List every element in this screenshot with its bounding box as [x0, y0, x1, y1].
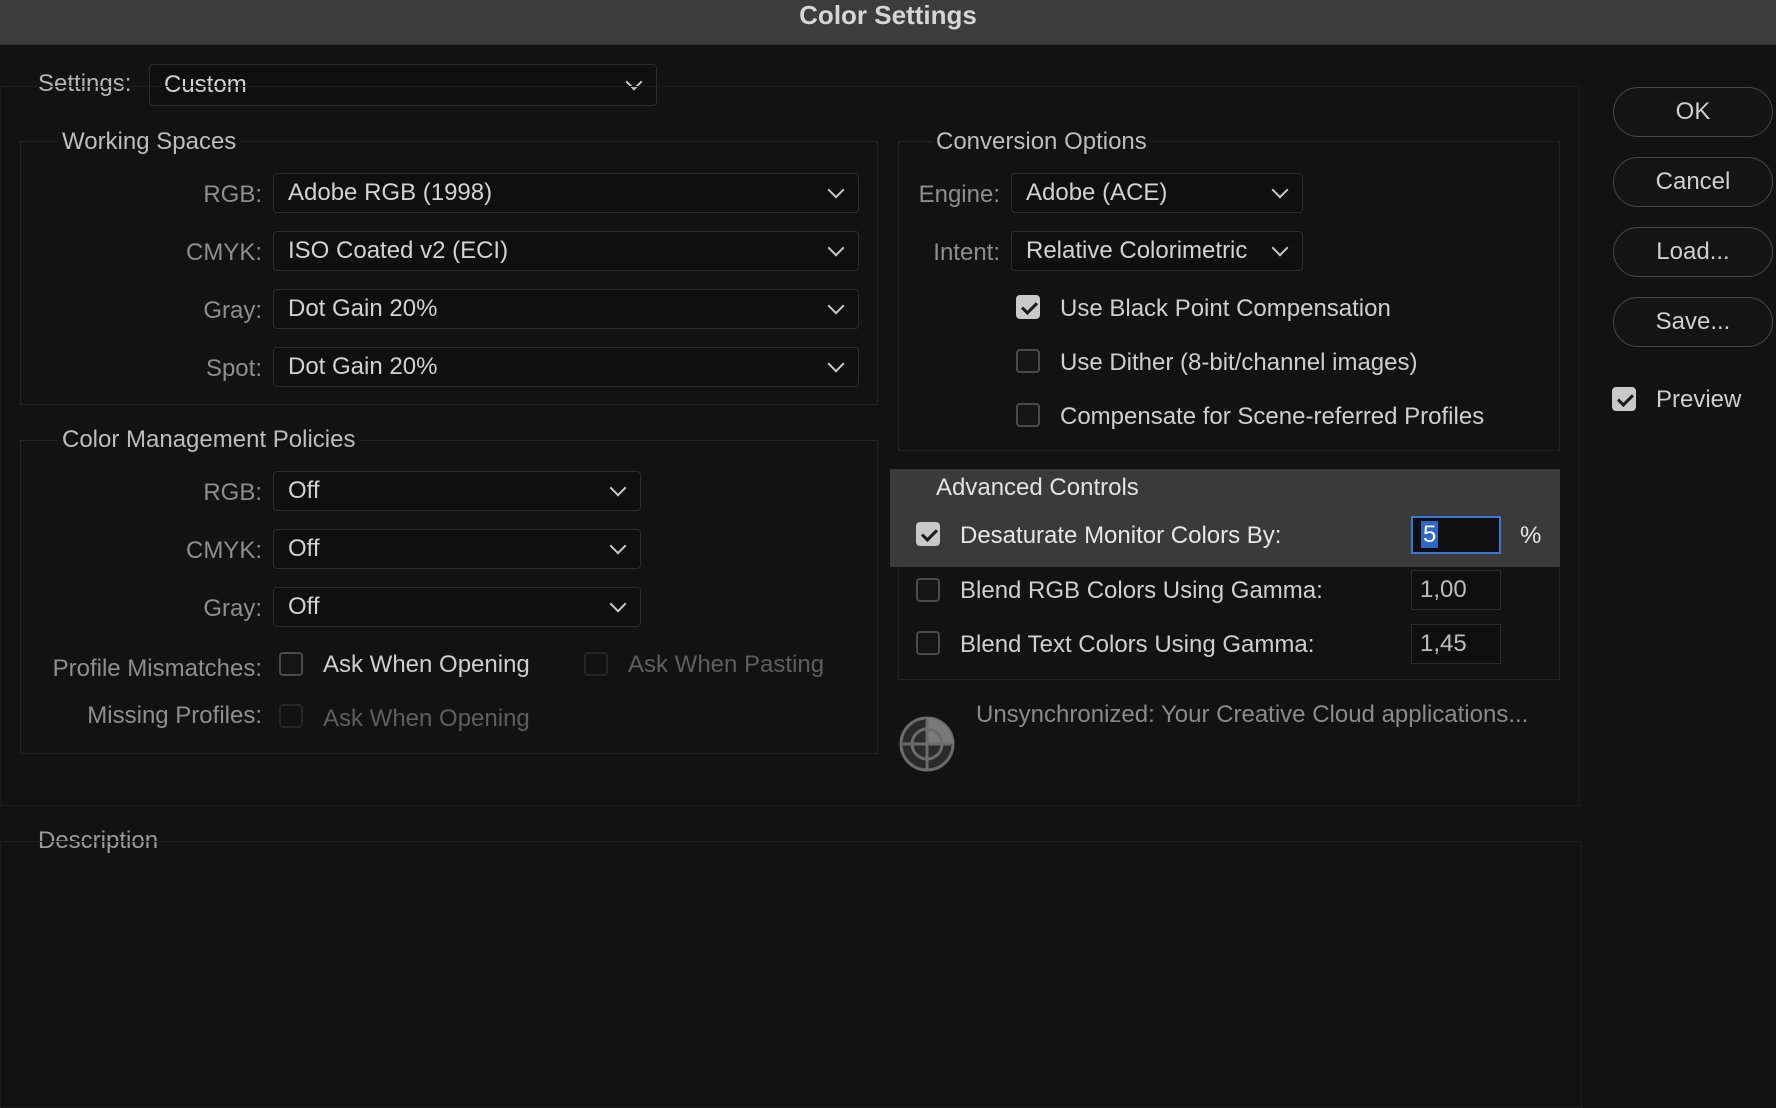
chevron-down-icon: [609, 479, 627, 497]
black-point-label: Use Black Point Compensation: [1060, 295, 1391, 322]
engine-label: Engine:: [918, 181, 1000, 208]
ws-spot-value: Dot Gain 20%: [288, 353, 438, 380]
sync-status-text: Unsynchronized: Your Creative Cloud appl…: [976, 701, 1529, 728]
chevron-down-icon: [1271, 239, 1289, 257]
policies-title: Color Management Policies: [58, 426, 360, 454]
desaturate-value: 5: [1421, 521, 1439, 548]
dither-checkbox[interactable]: [1016, 349, 1040, 373]
save-button[interactable]: Save...: [1613, 297, 1773, 347]
blend-rgb-label: Blend RGB Colors Using Gamma:: [960, 577, 1323, 604]
desaturate-checkbox[interactable]: [916, 522, 940, 546]
percent-unit: %: [1520, 522, 1542, 549]
policy-cmyk-value: Off: [288, 535, 320, 562]
ws-rgb-value: Adobe RGB (1998): [288, 179, 493, 206]
cancel-button[interactable]: Cancel: [1613, 157, 1773, 207]
ws-cmyk-value: ISO Coated v2 (ECI): [288, 237, 509, 264]
blend-text-label: Blend Text Colors Using Gamma:: [960, 631, 1315, 658]
advanced-title: Advanced Controls: [936, 474, 1139, 501]
chevron-down-icon: [609, 595, 627, 613]
chevron-down-icon: [609, 537, 627, 555]
black-point-checkbox[interactable]: [1016, 295, 1040, 319]
desaturate-input[interactable]: 5: [1411, 516, 1501, 554]
ws-rgb-label: RGB:: [203, 181, 262, 208]
ws-rgb-select[interactable]: Adobe RGB (1998): [273, 173, 859, 213]
missing-ask-when-opening-label: Ask When Opening: [323, 705, 530, 732]
policy-gray-value: Off: [288, 593, 320, 620]
blend-text-input[interactable]: 1,45: [1411, 624, 1501, 664]
conversion-title: Conversion Options: [932, 128, 1151, 156]
engine-value: Adobe (ACE): [1026, 179, 1168, 206]
missing-ask-when-opening-checkbox[interactable]: [279, 704, 303, 728]
ws-spot-select[interactable]: Dot Gain 20%: [273, 347, 859, 387]
sync-status-icon: [898, 712, 960, 774]
intent-label: Intent:: [933, 239, 1000, 266]
engine-select[interactable]: Adobe (ACE): [1011, 173, 1303, 213]
intent-select[interactable]: Relative Colorimetric: [1011, 231, 1303, 271]
policy-rgb-value: Off: [288, 477, 320, 504]
preview-checkbox[interactable]: [1612, 387, 1636, 411]
blend-rgb-checkbox[interactable]: [916, 578, 940, 602]
profile-mismatches-label: Profile Mismatches:: [52, 655, 262, 682]
chevron-down-icon: [827, 239, 845, 257]
chevron-down-icon: [1271, 181, 1289, 199]
scene-referred-checkbox[interactable]: [1016, 403, 1040, 427]
dither-label: Use Dither (8-bit/channel images): [1060, 349, 1418, 376]
ws-gray-value: Dot Gain 20%: [288, 295, 438, 322]
chevron-down-icon: [827, 355, 845, 373]
scene-referred-label: Compensate for Scene-referred Profiles: [1060, 403, 1485, 430]
policy-rgb-label: RGB:: [203, 479, 262, 506]
ws-cmyk-select[interactable]: ISO Coated v2 (ECI): [273, 231, 859, 271]
desaturate-label: Desaturate Monitor Colors By:: [960, 522, 1282, 549]
load-button[interactable]: Load...: [1613, 227, 1773, 277]
policy-gray-label: Gray:: [203, 595, 262, 622]
ws-gray-select[interactable]: Dot Gain 20%: [273, 289, 859, 329]
policy-cmyk-select[interactable]: Off: [273, 529, 641, 569]
window-title: Color Settings: [799, 0, 977, 30]
ask-when-opening-label: Ask When Opening: [323, 651, 530, 678]
ws-gray-label: Gray:: [203, 297, 262, 324]
ask-when-pasting-label: Ask When Pasting: [628, 651, 825, 678]
ask-when-pasting-checkbox[interactable]: [584, 652, 608, 676]
missing-profiles-label: Missing Profiles:: [87, 702, 262, 729]
ask-when-opening-checkbox[interactable]: [279, 652, 303, 676]
title-bar: Color Settings: [0, 0, 1776, 45]
policy-gray-select[interactable]: Off: [273, 587, 641, 627]
intent-value: Relative Colorimetric: [1026, 237, 1248, 264]
chevron-down-icon: [827, 297, 845, 315]
policy-rgb-select[interactable]: Off: [273, 471, 641, 511]
ws-cmyk-label: CMYK:: [185, 239, 262, 266]
chevron-down-icon: [827, 181, 845, 199]
policy-cmyk-label: CMYK:: [185, 537, 262, 564]
blend-text-checkbox[interactable]: [916, 631, 940, 655]
working-spaces-title: Working Spaces: [58, 128, 241, 156]
ok-button[interactable]: OK: [1613, 87, 1773, 137]
preview-label: Preview: [1656, 386, 1742, 413]
description-area: [0, 841, 1582, 1108]
blend-rgb-input[interactable]: 1,00: [1411, 570, 1501, 610]
ws-spot-label: Spot:: [205, 355, 262, 382]
